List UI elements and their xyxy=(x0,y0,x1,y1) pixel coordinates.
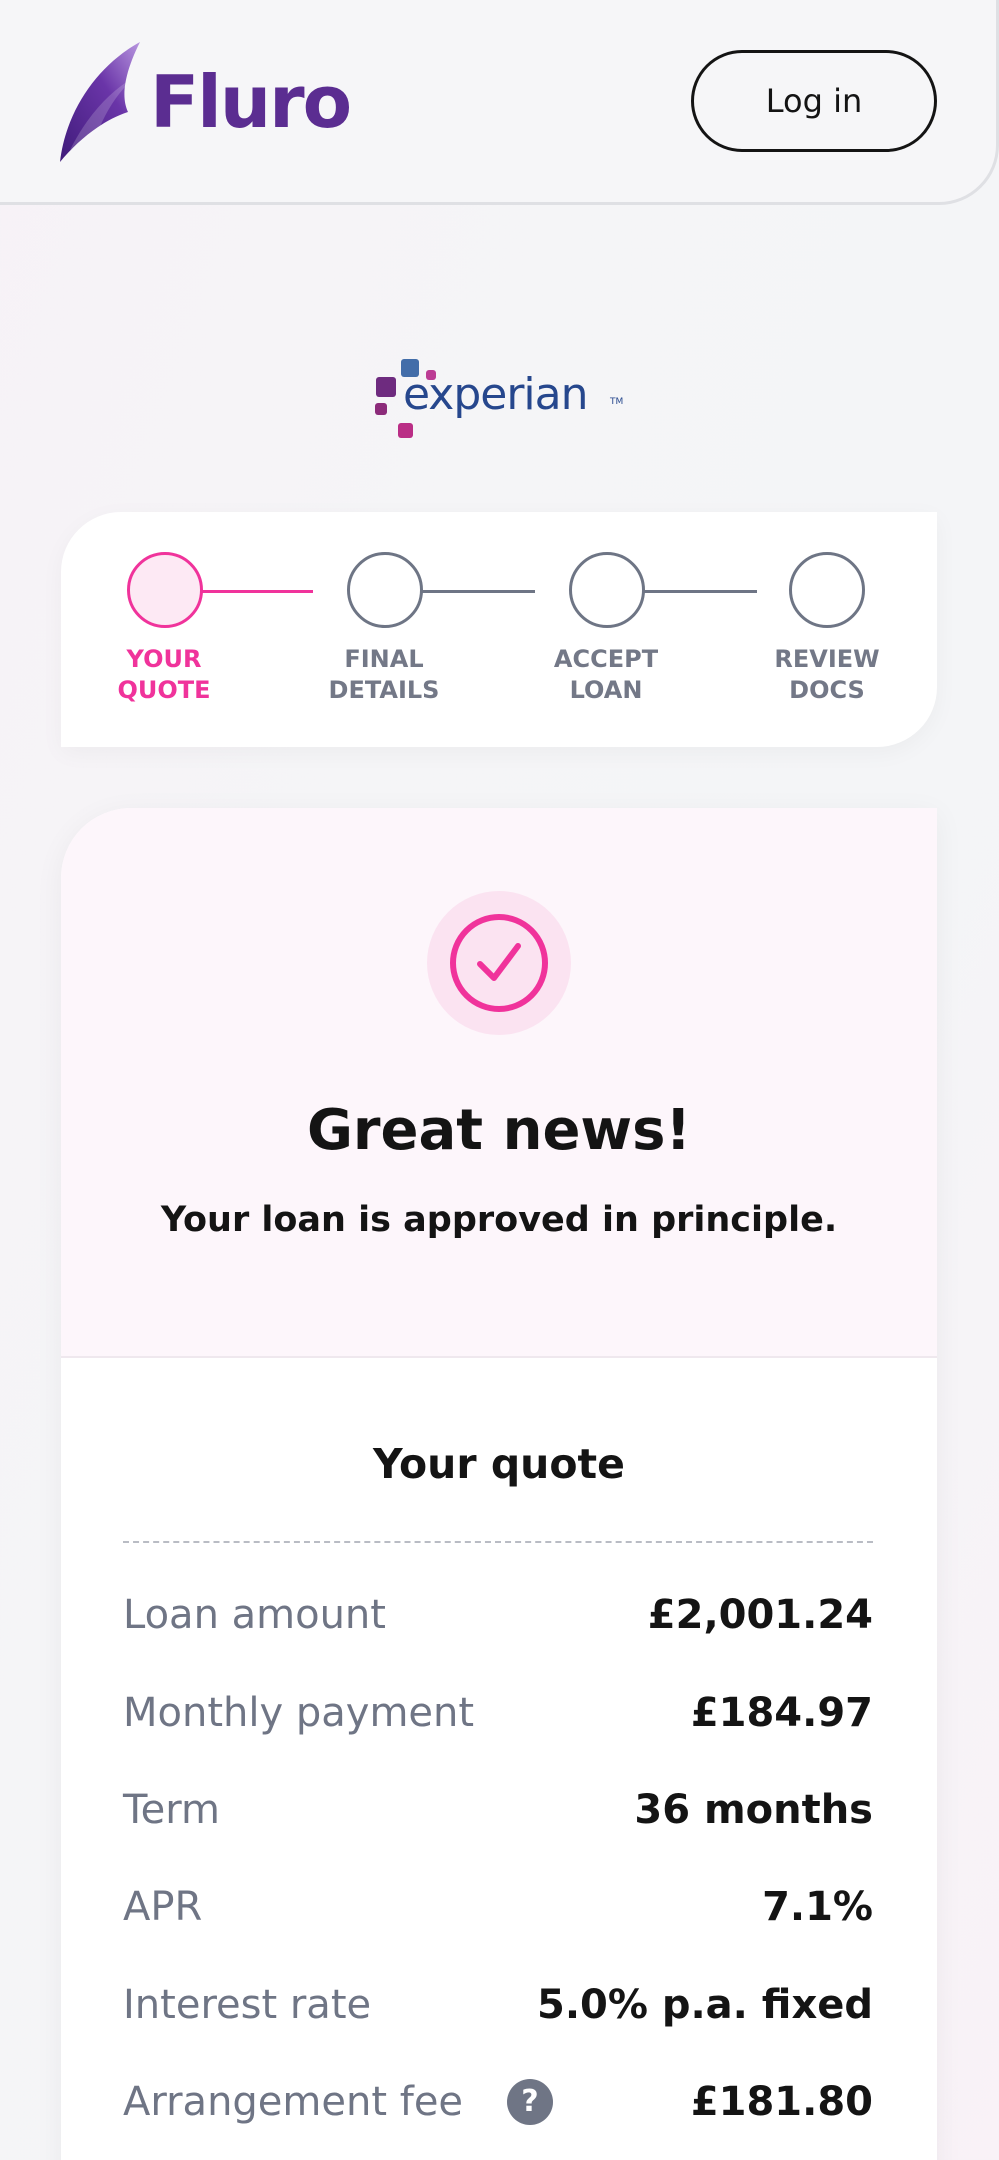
quote-row-label: Term xyxy=(123,1787,220,1833)
quote-row-value: £181.80 xyxy=(690,2079,873,2125)
step-label-final-details: FINAL DETAILS xyxy=(328,645,440,704)
approval-headline: Great news! xyxy=(306,1098,692,1163)
quote-row-value: £2,001.24 xyxy=(647,1592,873,1638)
quote-card: Great news! Your loan is approved in pri… xyxy=(61,808,937,2160)
step-label-review-docs: REVIEW DOCS xyxy=(774,645,880,704)
login-button[interactable]: Log in xyxy=(691,50,937,152)
help-icon[interactable]: ? xyxy=(507,2079,553,2125)
approval-message: Your loan is approved in principle. xyxy=(160,1200,838,1240)
quote-row-label: Interest rate xyxy=(123,1982,372,2028)
quote-row-value: 5.0% p.a. fixed xyxy=(536,1982,873,2028)
site-header: Fluro Log in xyxy=(0,0,999,205)
quote-row-label: Arrangement fee xyxy=(123,2079,464,2125)
quote-row-label: APR xyxy=(123,1884,203,1930)
fluro-swoosh-icon xyxy=(60,42,140,162)
step-label-your-quote: YOUR QUOTE xyxy=(117,645,211,704)
quote-row-value: 36 months xyxy=(634,1787,873,1833)
experian-dot xyxy=(398,423,413,438)
quote-row-loan-amount: Loan amount £2,001.24 xyxy=(123,1580,873,1650)
step-circle-accept-loan xyxy=(569,552,645,628)
quote-row-label: Monthly payment xyxy=(123,1690,475,1736)
quote-title: Your quote xyxy=(373,1440,625,1488)
experian-trademark: TM xyxy=(610,397,624,407)
step-circle-final-details xyxy=(347,552,423,628)
fluro-logo[interactable]: Fluro xyxy=(58,40,358,170)
quote-divider xyxy=(123,1541,873,1543)
experian-logo: experian TM xyxy=(370,355,630,445)
experian-dot xyxy=(375,403,387,415)
step-circle-review-docs xyxy=(789,552,865,628)
quote-row-term: Term 36 months xyxy=(123,1775,873,1845)
quote-row-monthly-payment: Monthly payment £184.97 xyxy=(123,1678,873,1748)
quote-row-label: Loan amount xyxy=(123,1592,386,1638)
step-connector-done xyxy=(201,590,313,593)
step-circle-your-quote xyxy=(127,552,203,628)
experian-wordmark: experian xyxy=(403,369,588,420)
quote-row-interest-rate: Interest rate 5.0% p.a. fixed xyxy=(123,1970,873,2040)
quote-row-value: 7.1% xyxy=(762,1884,873,1930)
check-circle-icon xyxy=(427,891,571,1035)
quote-row-arrangement-fee: Arrangement fee ? £181.80 xyxy=(123,2067,873,2137)
quote-row-apr: APR 7.1% xyxy=(123,1872,873,1942)
quote-row-value: £184.97 xyxy=(690,1690,873,1736)
brand-name: Fluro xyxy=(150,60,352,144)
experian-dot xyxy=(376,377,396,397)
step-label-accept-loan: ACCEPT LOAN xyxy=(553,645,659,704)
progress-stepper: YOUR QUOTE FINAL DETAILS ACCEPT LOAN REV… xyxy=(61,512,937,747)
approval-banner: Great news! Your loan is approved in pri… xyxy=(61,808,937,1358)
